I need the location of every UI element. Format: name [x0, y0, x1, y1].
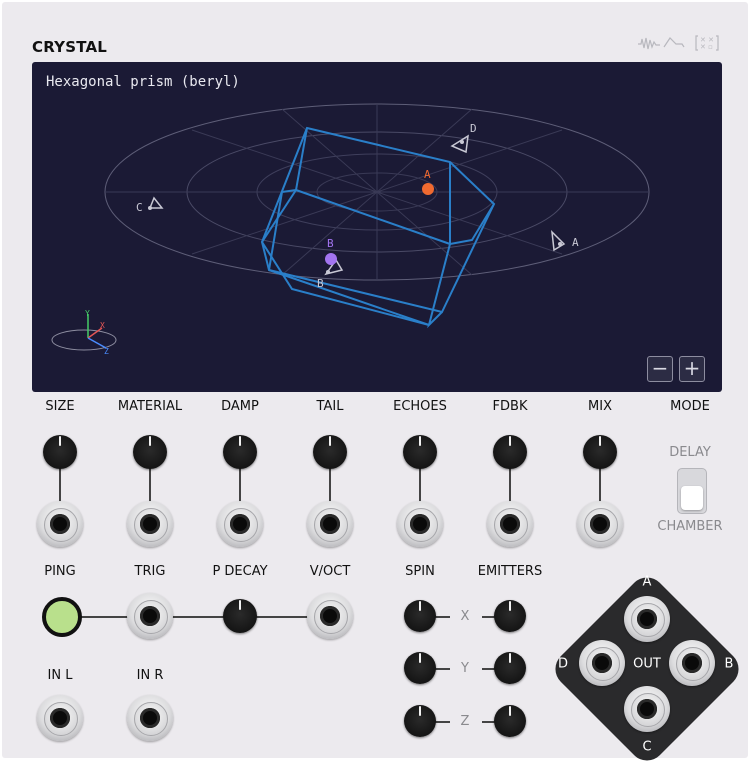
- out-b-label: B: [724, 656, 734, 672]
- mix-label: MIX: [588, 399, 612, 414]
- ping-label: PING: [44, 564, 76, 579]
- out-d-jack[interactable]: [579, 640, 625, 686]
- zoom-out-button[interactable]: −: [647, 356, 673, 382]
- microphone-c: [148, 196, 164, 209]
- emitters-z-knob[interactable]: [494, 705, 526, 737]
- voct-label: V/OCT: [309, 564, 351, 579]
- in-l-label: IN L: [47, 668, 73, 683]
- microphone-a: [551, 229, 566, 252]
- damp-label: DAMP: [221, 399, 259, 414]
- axis-x-label: X: [100, 321, 105, 330]
- out-c-jack[interactable]: [624, 686, 670, 732]
- axis-z-label: Z: [104, 347, 109, 356]
- echoes-label: ECHOES: [393, 399, 447, 414]
- mix-cv-jack[interactable]: [577, 501, 623, 547]
- module-logo-icon: ✕ ✕ ✕ ▫: [638, 35, 719, 51]
- mode-label: MODE: [670, 399, 710, 414]
- ping-row-connector: [62, 616, 332, 618]
- module-title: CRYSTAL: [32, 38, 108, 56]
- in-l-jack[interactable]: [37, 695, 83, 741]
- emitter-b: [325, 253, 337, 265]
- material-cv-jack[interactable]: [127, 501, 173, 547]
- axis-z-row-label: Z: [460, 714, 470, 729]
- voct-jack[interactable]: [307, 593, 353, 639]
- module-panel: CRYSTAL ✕ ✕ ✕ ▫ C D A B A B Y X Z Hexago…: [2, 2, 748, 768]
- ping-button[interactable]: [42, 597, 82, 637]
- axis-y-row-label: Y: [461, 661, 469, 676]
- microphone-d-label: D: [470, 122, 477, 135]
- damp-knob[interactable]: [223, 435, 257, 469]
- emitter-b-label: B: [327, 237, 334, 250]
- mode-chamber-label: CHAMBER: [657, 519, 723, 534]
- size-label: SIZE: [45, 399, 75, 414]
- echoes-knob[interactable]: [403, 435, 437, 469]
- p-decay-label: P DECAY: [212, 564, 268, 579]
- size-knob[interactable]: [43, 435, 77, 469]
- fdbk-label: FDBK: [492, 399, 528, 414]
- emitter-a-label: A: [424, 168, 431, 181]
- microphone-c-label: C: [136, 201, 143, 214]
- in-r-label: IN R: [136, 668, 164, 683]
- out-a-label: A: [642, 574, 652, 590]
- mode-toggle-switch[interactable]: [677, 468, 707, 514]
- in-r-jack[interactable]: [127, 695, 173, 741]
- shape-name: Hexagonal prism (beryl): [46, 74, 240, 90]
- crystal-scene: C D A B A B Y X Z: [51, 103, 650, 356]
- microphone-b-label: B: [317, 277, 324, 290]
- out-a-jack[interactable]: [624, 596, 670, 642]
- axis-x-row-label: X: [460, 609, 470, 624]
- trig-jack[interactable]: [127, 593, 173, 639]
- svg-text:✕ ▫: ✕ ▫: [700, 43, 713, 51]
- orbit-spokes: [105, 104, 649, 280]
- fdbk-cv-jack[interactable]: [487, 501, 533, 547]
- material-label: MATERIAL: [117, 399, 183, 414]
- spin-label: SPIN: [405, 564, 435, 579]
- mix-knob[interactable]: [583, 435, 617, 469]
- emitters-x-knob[interactable]: [494, 600, 526, 632]
- axis-y-label: Y: [85, 309, 90, 318]
- emitter-a: [422, 183, 434, 195]
- spin-y-knob[interactable]: [404, 652, 436, 684]
- out-b-jack[interactable]: [669, 640, 715, 686]
- echoes-cv-jack[interactable]: [397, 501, 443, 547]
- out-d-label: D: [557, 656, 569, 672]
- tail-label: TAIL: [316, 399, 344, 414]
- mode-toggle-knob: [681, 486, 703, 510]
- material-knob[interactable]: [133, 435, 167, 469]
- tail-knob[interactable]: [313, 435, 347, 469]
- out-c-label: C: [642, 739, 652, 755]
- mode-delay-label: DELAY: [669, 445, 711, 460]
- out-center-label: OUT: [633, 656, 661, 672]
- emitters-label: EMITTERS: [477, 564, 543, 579]
- fdbk-knob[interactable]: [493, 435, 527, 469]
- crystal-display[interactable]: C D A B A B Y X Z Hexagonal prism (beryl…: [32, 62, 722, 392]
- spin-x-knob[interactable]: [404, 600, 436, 632]
- axis-gizmo: Y X Z: [51, 309, 117, 356]
- hexagonal-prism: [260, 126, 496, 329]
- microphone-a-label: A: [572, 236, 579, 249]
- spin-z-knob[interactable]: [404, 705, 436, 737]
- size-cv-jack[interactable]: [37, 501, 83, 547]
- damp-cv-jack[interactable]: [217, 501, 263, 547]
- zoom-in-button[interactable]: +: [679, 356, 705, 382]
- emitters-y-knob[interactable]: [494, 652, 526, 684]
- p-decay-knob[interactable]: [223, 599, 257, 633]
- trig-label: TRIG: [134, 564, 166, 579]
- tail-cv-jack[interactable]: [307, 501, 353, 547]
